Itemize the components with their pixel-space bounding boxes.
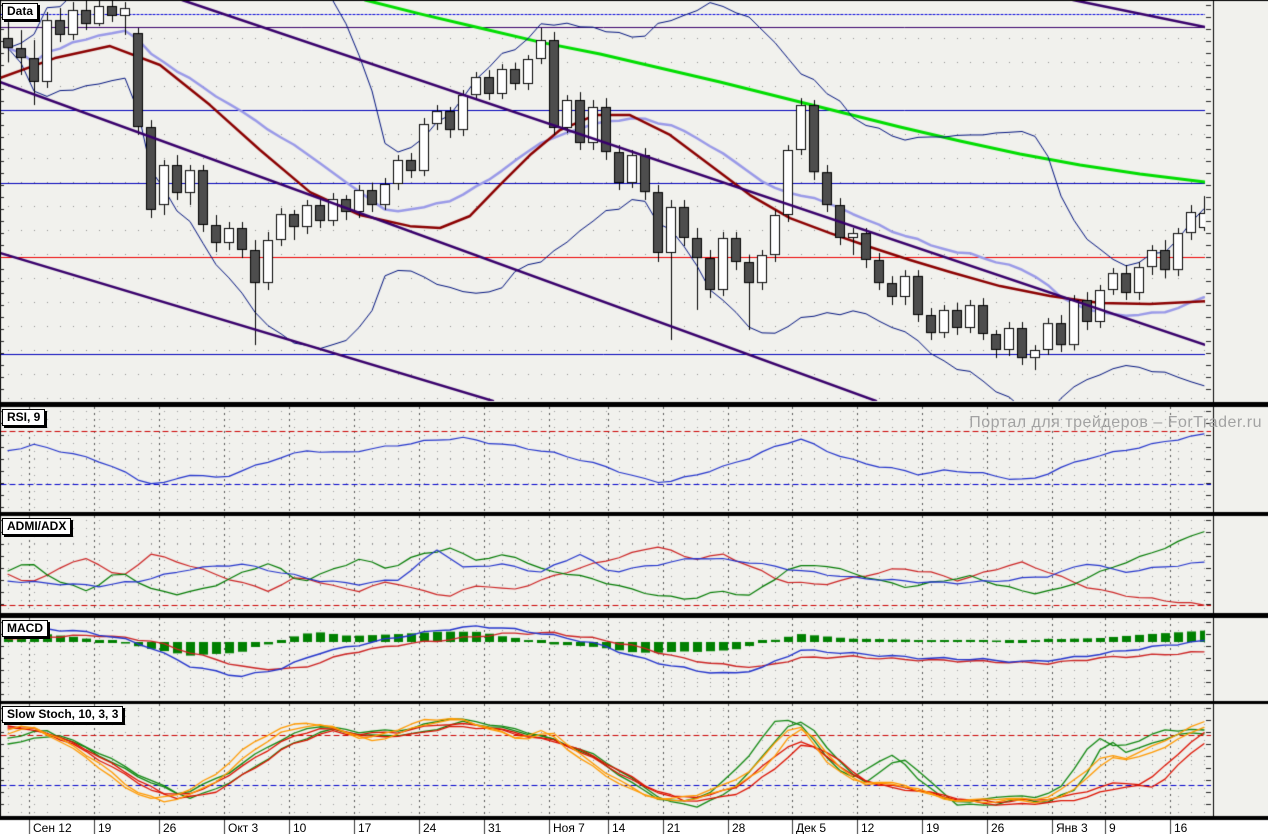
x-axis: Сен 12 19 26 Окт 3 10 17 24 31 Ноя 7 14 21 28 Дек 5 1… [0, 819, 1268, 834]
x-axis-label: 21 [667, 821, 680, 834]
x-axis-label: 31 [488, 821, 501, 834]
x-axis-label: Дек 5 [796, 821, 826, 834]
stoch-plot-area[interactable] [0, 704, 1210, 815]
x-axis-label: 10 [293, 821, 306, 834]
x-axis-label: Окт 3 [228, 821, 258, 834]
x-axis-label: 12 [861, 821, 874, 834]
macd-plot-area[interactable] [0, 618, 1210, 700]
price-axis-labels: 0.076690.076010.075000.071610.070000.067… [1214, 0, 1268, 819]
panel-title-rsi[interactable]: RSI, 9 [2, 409, 45, 426]
adx-plot-area[interactable] [0, 516, 1210, 612]
rsi-plot-area[interactable] [0, 407, 1210, 511]
x-axis-label: 26 [991, 821, 1004, 834]
x-axis-label: 16 [1174, 821, 1187, 834]
x-axis-label: Ноя 7 [553, 821, 585, 834]
x-axis-label: 9 [1109, 821, 1116, 834]
x-axis-label: 19 [926, 821, 939, 834]
panel-title-data[interactable]: Data [2, 3, 38, 20]
x-axis-label: 17 [358, 821, 371, 834]
x-axis-label: 26 [163, 821, 176, 834]
x-axis-label: 24 [423, 821, 436, 834]
x-axis-label: 19 [98, 821, 111, 834]
panel-title-stoch[interactable]: Slow Stoch, 10, 3, 3 [2, 706, 123, 723]
panel-title-adx[interactable]: ADMI/ADX [2, 518, 71, 535]
x-axis-label: Сен 12 [33, 821, 72, 834]
x-axis-label: Янв 3 [1056, 821, 1088, 834]
x-axis-label: 28 [732, 821, 745, 834]
chart-window: Data RSI, 9 ADMI/ADX MACD Slow Stoch, 10… [0, 0, 1268, 834]
panel-title-macd[interactable]: MACD [2, 620, 48, 637]
main-chart-plot-area[interactable] [0, 0, 1210, 401]
x-axis-label: 14 [612, 821, 625, 834]
